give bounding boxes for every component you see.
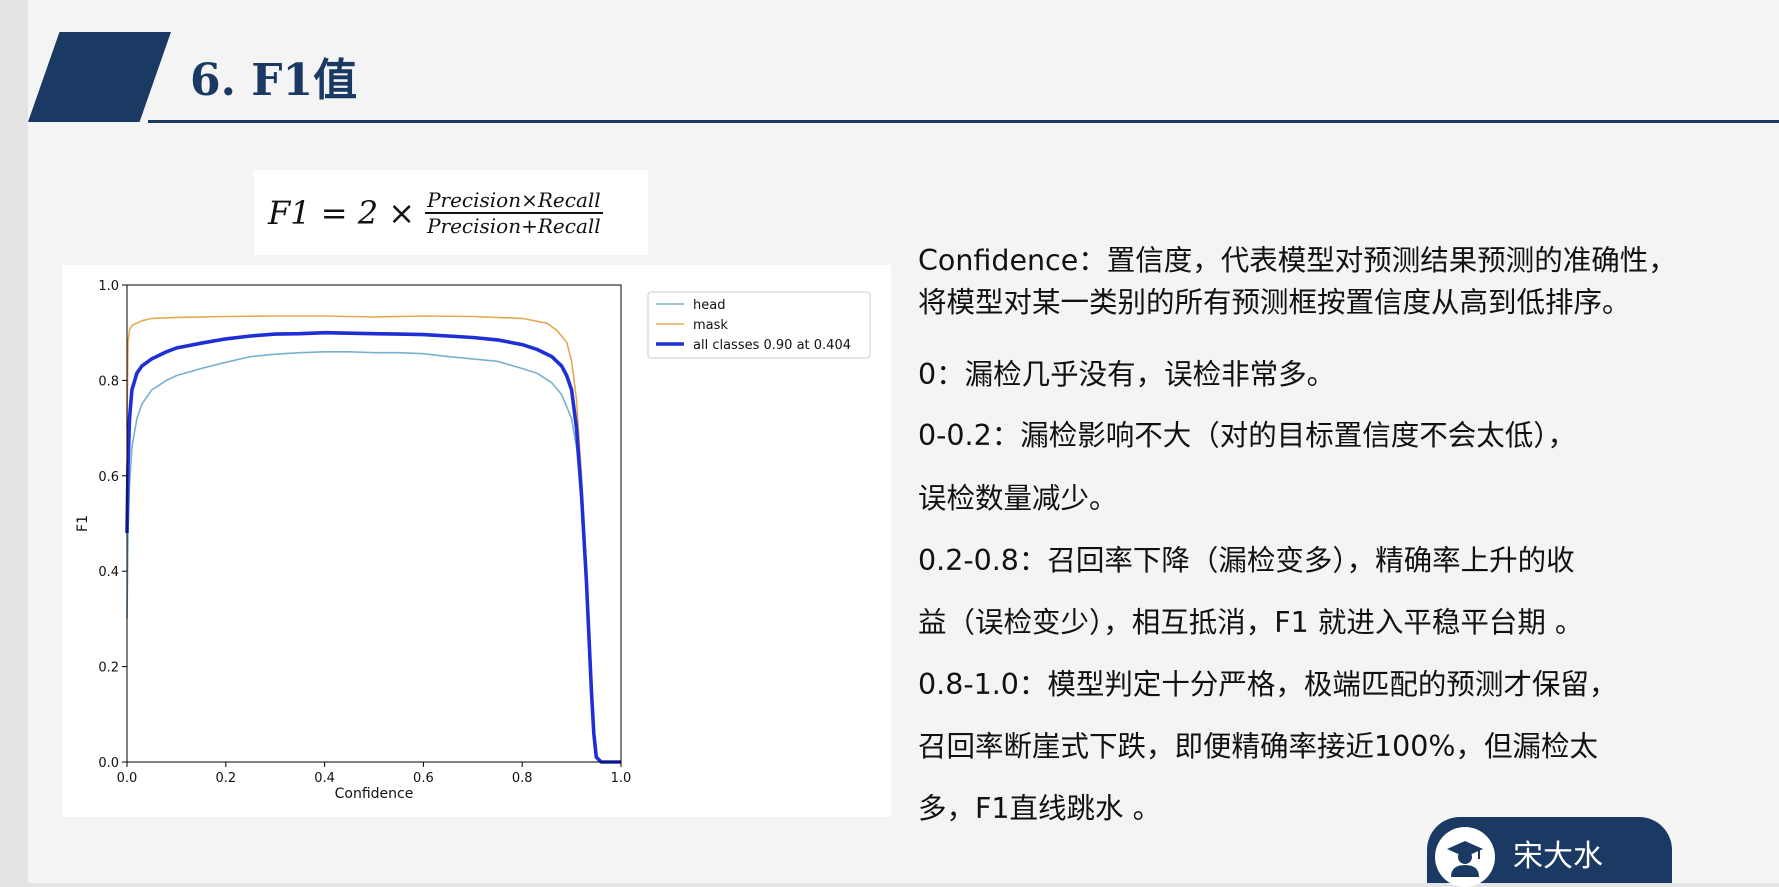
- paragraph-line: 0.8-1.0：模型判定十分严格，极端匹配的预测才保留，: [918, 668, 1618, 701]
- formula-numerator: Precision×Recall: [425, 187, 603, 214]
- paragraph-line: 误检数量减少。: [918, 482, 1118, 515]
- author-name: 宋大水: [1513, 839, 1603, 874]
- series-line: [126, 351, 621, 763]
- y-tick-label: 0.2: [98, 661, 119, 676]
- legend-label: mask: [693, 318, 728, 333]
- x-tick-label: 0.4: [314, 771, 335, 786]
- f1-confidence-chart: 0.0 0.2 0.4 0.6 0.8 1.0 0.0 0.2 0.4 0.6 0.8 1.0 Conf…: [75, 279, 871, 802]
- x-tick-label: 0.0: [117, 771, 138, 786]
- slide-title: 6. F1值: [190, 55, 358, 106]
- f1-formula: F1 = 2 × Precision×Recall Precision+Reca…: [268, 170, 603, 255]
- paragraph-line: 0-0.2：漏检影响不大（对的目标置信度不会太低），: [918, 419, 1576, 452]
- y-axis-label: F1: [75, 515, 91, 532]
- series-line: [125, 330, 621, 764]
- y-tick-label: 0.4: [98, 565, 119, 580]
- x-tick-label: 0.8: [512, 771, 533, 786]
- legend-label: all classes 0.90 at 0.404: [693, 338, 851, 353]
- formula-lhs: F1 = 2 ×: [268, 193, 416, 232]
- paragraph-line: 0：漏检几乎没有，误检非常多。: [918, 358, 1336, 391]
- plot-area-frame: [126, 284, 622, 763]
- title-rule: [148, 120, 1779, 123]
- paragraph-line: 召回率断崖式下跌，即便精确率接近100%，但漏检太: [918, 730, 1598, 763]
- author-watermark: 宋大水: [1427, 817, 1672, 887]
- series-line: [126, 315, 621, 763]
- y-tick-label: 0.8: [98, 374, 119, 389]
- formula-fraction: Precision×Recall Precision+Recall: [425, 188, 603, 238]
- paragraph-line: 将模型对某一类别的所有预测框按置信度从高到低排序。: [918, 286, 1631, 319]
- y-tick-label: 0.6: [98, 470, 119, 485]
- y-tick-label: 0.0: [98, 756, 119, 771]
- y-tick-label: 1.0: [98, 279, 119, 294]
- formula-box: F1 = 2 × Precision×Recall Precision+Reca…: [254, 170, 648, 255]
- paragraph-line: 0.2-0.8：召回率下降（漏检变多），精确率上升的收: [918, 544, 1575, 577]
- x-tick-label: 0.2: [215, 771, 236, 786]
- graduate-avatar-icon: [1435, 827, 1495, 887]
- formula-denominator: Precision+Recall: [427, 213, 601, 238]
- f1-chart-panel: 0.0 0.2 0.4 0.6 0.8 1.0 0.0 0.2 0.4 0.6 0.8 1.0 Conf…: [62, 265, 891, 817]
- x-tick-label: 1.0: [611, 771, 632, 786]
- paragraph-line: Confidence：置信度，代表模型对预测结果预测的准确性，: [918, 244, 1677, 277]
- legend-label: head: [693, 298, 725, 313]
- paragraph-line: 益（误检变少），相互抵消，F1 就进入平稳平台期 。: [918, 606, 1584, 639]
- title-accent-band: [28, 32, 171, 122]
- paragraph-line: 多，F1直线跳水 。: [918, 792, 1162, 825]
- x-tick-label: 0.6: [413, 771, 434, 786]
- x-axis-label: Confidence: [335, 786, 414, 802]
